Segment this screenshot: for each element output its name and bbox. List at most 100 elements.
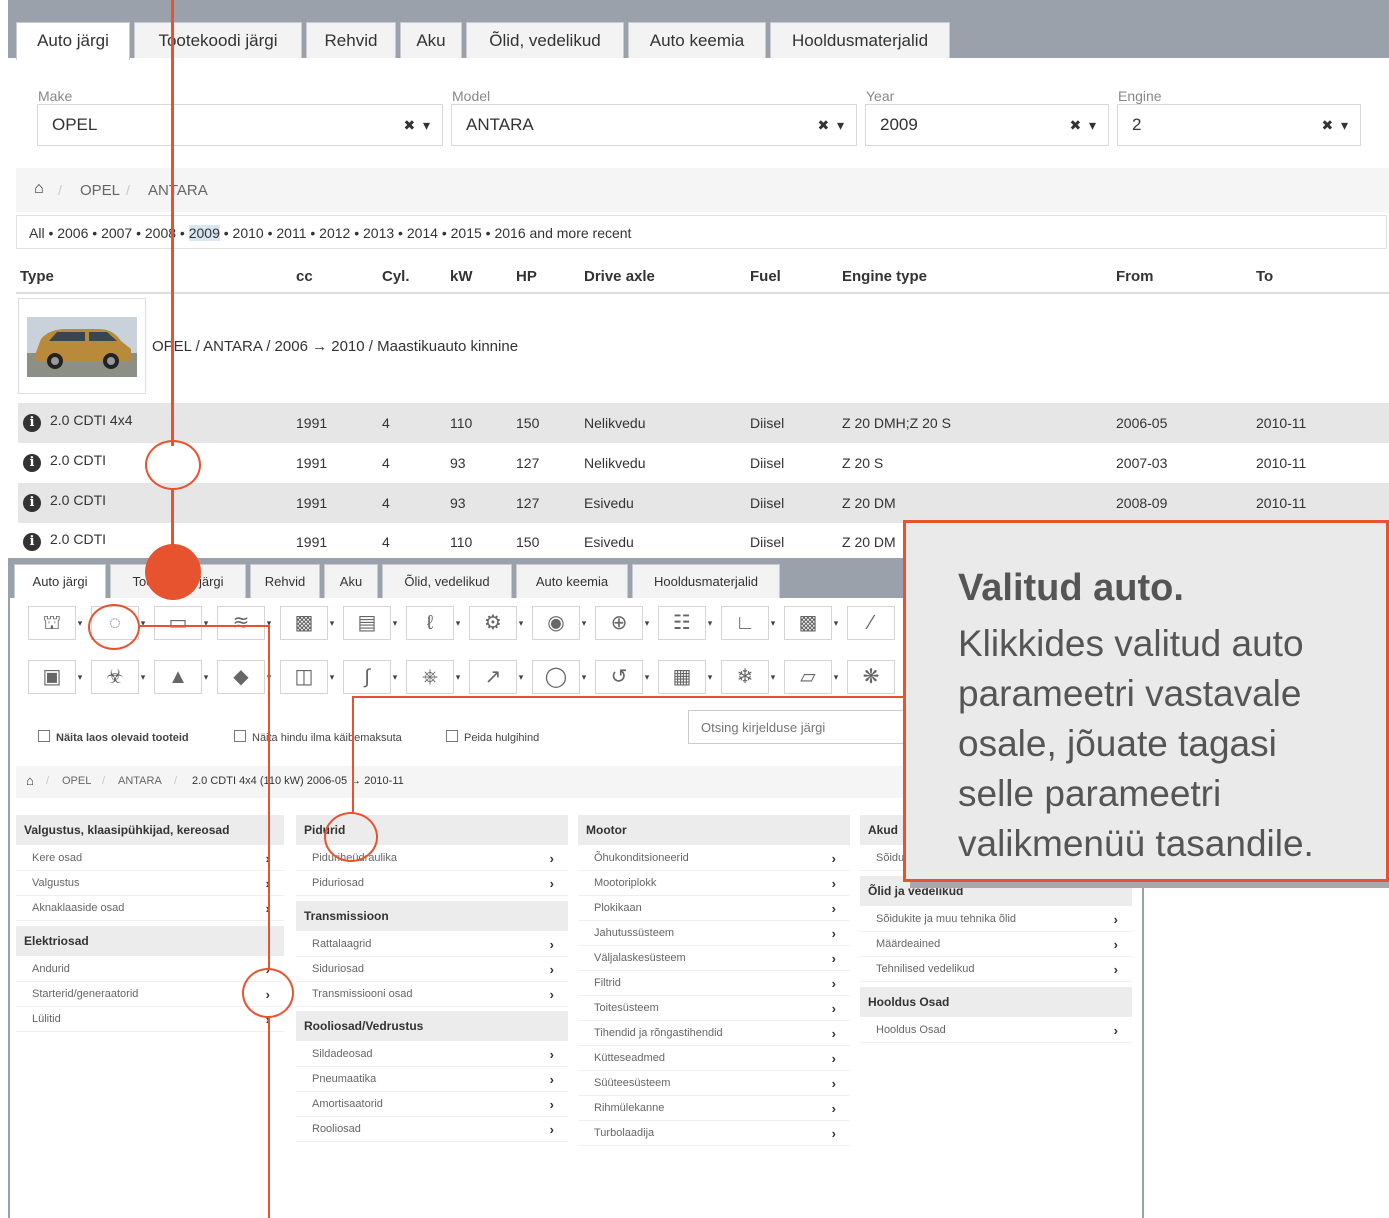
checkbox-box[interactable] (38, 730, 50, 742)
chevron-down-icon[interactable]: ▾ (837, 117, 844, 133)
chevron-right-icon[interactable]: › (550, 932, 554, 957)
year-list-prefix[interactable]: All • 2006 • 2007 • 2008 • (29, 225, 189, 241)
tab-olid-vedelikud[interactable]: Õlid, vedelikud (382, 564, 512, 598)
air-con-icon[interactable]: ❄ ▾ (721, 660, 775, 694)
chevron-down-icon[interactable]: ▾ (423, 117, 430, 133)
year-list[interactable]: All • 2006 • 2007 • 2008 • 2009 • 2010 •… (29, 225, 631, 241)
category-item[interactable]: Rooliosad › (296, 1117, 568, 1142)
category-item[interactable]: Väljalaskesüsteem › (578, 946, 850, 971)
category-item[interactable]: Hooldus Osad › (860, 1018, 1132, 1043)
battery-icon[interactable]: ▣ ▾ (28, 660, 82, 694)
category-item[interactable]: Määrdeained › (860, 932, 1132, 957)
category-item[interactable]: Amortisaatorid › (296, 1092, 568, 1117)
home-icon[interactable]: ⌂ (26, 773, 34, 788)
year-selected[interactable]: 2009 (188, 225, 220, 241)
bottle-icon[interactable]: ▱ ▾ (784, 660, 838, 694)
breadcrumb-make[interactable]: OPEL (80, 182, 120, 199)
checkbox-in-stock[interactable]: Näita laos olevaid tooteid (38, 730, 189, 744)
filter-icon[interactable]: ▩ ▾ (784, 606, 838, 640)
fan-icon[interactable]: ❋ (847, 660, 895, 694)
chevron-right-icon[interactable]: › (832, 1121, 836, 1146)
category-item[interactable]: Valgustus› (16, 871, 284, 896)
tab-tootekoodi-jargi[interactable]: Tootekoodi järgi (134, 22, 302, 58)
info-icon[interactable]: i (23, 454, 41, 472)
vehicle-group-label[interactable]: OPEL / ANTARA / 2006 → 2010 / Maastikuau… (152, 338, 518, 355)
checkbox-box[interactable] (446, 730, 458, 742)
chevron-right-icon[interactable]: › (832, 896, 836, 921)
exhaust-icon[interactable]: ≋ ▾ (217, 606, 271, 640)
breadcrumb-model[interactable]: ANTARA (148, 182, 208, 199)
window-icon[interactable]: ◫ ▾ (280, 660, 334, 694)
bumper-icon[interactable]: ▭ ▾ (154, 606, 208, 640)
category-item[interactable]: Tihendid ja rõngastihendid › (578, 1021, 850, 1046)
vehicle-row[interactable]: i 2.0 CDTI 1991 4 93 127 Nelikvedu Diise… (18, 443, 1389, 483)
disc-icon[interactable]: ◉ ▾ (532, 606, 586, 640)
category-item[interactable]: Sildadeosad › (296, 1042, 568, 1067)
chevron-right-icon[interactable]: › (550, 1067, 554, 1092)
category-item[interactable]: Turbolaadija › (578, 1121, 850, 1146)
engine-part-icon[interactable]: ▩ ▾ (280, 606, 334, 640)
category-item[interactable]: Tehnilised vedelikud › (860, 957, 1132, 982)
category-item[interactable]: Sõidukite ja muu tehnika õlid › (860, 907, 1132, 932)
spark-plug-icon[interactable]: ▲ ▾ (154, 660, 208, 694)
category-item[interactable]: Süüteesüsteem › (578, 1071, 850, 1096)
chevron-right-icon[interactable]: › (1114, 957, 1118, 982)
chevron-right-icon[interactable]: › (832, 946, 836, 971)
tab-rehvid[interactable]: Rehvid (306, 22, 396, 58)
category-item[interactable]: Pneumaatika › (296, 1067, 568, 1092)
chevron-down-icon[interactable]: ▾ (1341, 117, 1348, 133)
category-item[interactable]: Siduriosad › (296, 957, 568, 982)
checkbox-hide-wholesale[interactable]: Peida hulgihind (446, 730, 539, 744)
make-select[interactable]: OPEL ✖ ▾ (37, 104, 443, 146)
chevron-right-icon[interactable]: › (832, 996, 836, 1021)
breadcrumb-make[interactable]: OPEL (62, 775, 91, 787)
breadcrumb-model[interactable]: ANTARA (118, 775, 162, 787)
description-search-input[interactable] (688, 710, 918, 744)
tab-auto-keemia[interactable]: Auto keemia (628, 22, 766, 58)
tab-auto-keemia[interactable]: Auto keemia (516, 564, 628, 598)
chevron-right-icon[interactable]: › (550, 871, 554, 896)
category-item[interactable]: Lülitid› (16, 1007, 284, 1032)
category-item[interactable]: Kere osad› (16, 846, 284, 871)
chevron-down-icon[interactable]: ▾ (1089, 117, 1096, 133)
tab-olid-vedelikud[interactable]: Õlid, vedelikud (466, 22, 624, 58)
category-item[interactable]: Õhukonditsioneerid › (578, 846, 850, 871)
category-item[interactable]: Rihmülekanne › (578, 1096, 850, 1121)
chevron-right-icon[interactable]: › (832, 871, 836, 896)
checkbox-without-vat[interactable]: Näita hindu ilma käibemaksuta (234, 730, 402, 744)
seat-icon[interactable]: ℓ ▾ (406, 606, 460, 640)
chevron-right-icon[interactable]: › (1114, 932, 1118, 957)
tab-aku[interactable]: Aku (324, 564, 378, 598)
info-icon[interactable]: i (23, 414, 41, 432)
tab-aku[interactable]: Aku (400, 22, 462, 58)
wheel-hub-icon[interactable]: ⊕ ▾ (595, 606, 649, 640)
chevron-right-icon[interactable]: › (832, 846, 836, 871)
pedal-icon[interactable]: ∫ ▾ (343, 660, 397, 694)
gasket-icon[interactable]: ◆▾ (217, 660, 271, 694)
tab-rehvid[interactable]: Rehvid (250, 564, 320, 598)
category-item[interactable]: Piduriosad › (296, 871, 568, 896)
gearbox-icon[interactable]: ☷ ▾ (658, 606, 712, 640)
clutch-icon[interactable]: ☣ ▾ (91, 660, 145, 694)
vehicle-row[interactable]: i 2.0 CDTI 4x4 1991 4 110 150 Nelikvedu … (18, 403, 1389, 443)
chevron-right-icon[interactable]: › (550, 1042, 554, 1067)
tab-auto-jargi[interactable]: Auto järgi (14, 564, 106, 598)
clear-icon[interactable]: ✖ (1069, 117, 1081, 133)
vehicle-row[interactable]: i 2.0 CDTI 1991 4 93 127 Esivedu Diisel … (18, 483, 1389, 523)
chevron-right-icon[interactable]: › (550, 1117, 554, 1142)
chevron-right-icon[interactable]: › (832, 1071, 836, 1096)
chevron-right-icon[interactable]: › (832, 921, 836, 946)
fuse-box-icon[interactable]: ▦ ▾ (658, 660, 712, 694)
shock-absorber-icon[interactable]: ↗ ▾ (469, 660, 523, 694)
home-icon[interactable]: ⌂ (34, 180, 44, 198)
model-select[interactable]: ANTARA ✖ ▾ (451, 104, 857, 146)
category-item[interactable]: Plokikaan › (578, 896, 850, 921)
chevron-right-icon[interactable]: › (832, 1046, 836, 1071)
chevron-right-icon[interactable]: › (1114, 907, 1118, 932)
tab-hooldusmaterjalid[interactable]: Hooldusmaterjalid (632, 564, 780, 598)
info-icon[interactable]: i (23, 533, 41, 551)
category-item[interactable]: Transmissiooni osad › (296, 982, 568, 1007)
info-icon[interactable]: i (23, 494, 41, 512)
category-item[interactable]: Toitesüsteem › (578, 996, 850, 1021)
brake-disc-icon[interactable]: ⚙ ▾ (469, 606, 523, 640)
